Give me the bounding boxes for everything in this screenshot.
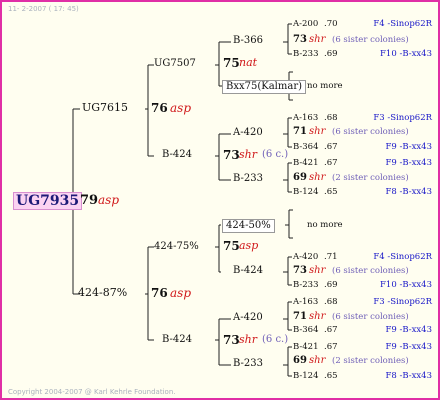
- leaf-value: .69: [324, 280, 338, 290]
- root-tag: asp: [98, 193, 119, 207]
- gen2-d-id[interactable]: B-424: [162, 335, 192, 345]
- gen3-c1-id[interactable]: 424-50%: [222, 219, 275, 233]
- leaf-sister-note: (6 sister colonies): [332, 312, 409, 322]
- leaf-queen-id[interactable]: B-421: [293, 159, 319, 168]
- gen2-a-tag: nat: [239, 56, 258, 69]
- gen2-a-score: 75: [223, 56, 240, 70]
- leaf-value: .65: [324, 371, 338, 381]
- leaf-value: .71: [324, 252, 338, 262]
- root-queen-id[interactable]: UG7935: [13, 192, 83, 210]
- leaf-tag: shr: [309, 311, 326, 322]
- gen2-a-id[interactable]: UG7507: [154, 59, 196, 69]
- gen2-b-score: 73: [223, 148, 240, 162]
- leaf-reference[interactable]: F3 -Sinop62R: [373, 298, 432, 307]
- leaf-queen-id[interactable]: A-200: [293, 20, 318, 29]
- leaf-reference[interactable]: F3 -Sinop62R: [373, 114, 432, 123]
- leaf-reference[interactable]: F9 -B-xx43: [385, 326, 432, 335]
- leaf-tag: shr: [309, 126, 326, 137]
- leaf-reference[interactable]: F8 -B-xx43: [385, 372, 432, 381]
- gen1-bottom-score: 76: [151, 286, 168, 300]
- date-header: 11- 2-2007 ( 17: 45): [8, 5, 79, 13]
- leaf-score: 73: [293, 265, 307, 276]
- leaf-tag: shr: [309, 265, 326, 276]
- gen3-b1-id[interactable]: A-420: [233, 128, 263, 138]
- leaf-value: .68: [324, 297, 338, 307]
- gen2-d-tag: shr: [239, 333, 257, 346]
- leaf-reference[interactable]: F9 -B-xx43: [385, 143, 432, 152]
- gen3-c1-note: no more: [307, 220, 343, 230]
- gen1-top-id[interactable]: UG7615: [82, 102, 128, 113]
- leaf-queen-id[interactable]: A-163: [293, 298, 318, 307]
- gen3-a2-id[interactable]: Bxx75(Kalmar): [222, 80, 307, 94]
- pedigree-frame: 11- 2-2007 ( 17: 45) UG7935 79 asp UG761…: [0, 0, 440, 400]
- leaf-value: .67: [324, 142, 338, 152]
- leaf-score: 73: [293, 34, 307, 45]
- leaf-sister-note: (6 sister colonies): [332, 127, 409, 137]
- gen2-b-tag: shr: [239, 148, 257, 161]
- leaf-score: 71: [293, 311, 307, 322]
- copyright-footer: Copyright 2004-2007 @ Karl Kehrle Founda…: [8, 388, 176, 396]
- leaf-value: .67: [324, 158, 338, 168]
- gen3-a2-note: no more: [307, 81, 343, 91]
- leaf-reference[interactable]: F10 -B-xx43: [380, 281, 432, 290]
- leaf-value: .69: [324, 49, 338, 59]
- gen2-c-tag: asp: [239, 239, 259, 252]
- gen1-top-score: 76: [151, 101, 168, 115]
- leaf-reference[interactable]: F9 -B-xx43: [385, 343, 432, 352]
- leaf-queen-id[interactable]: B-364: [293, 326, 319, 335]
- leaf-queen-id[interactable]: B-124: [293, 372, 319, 381]
- leaf-value: .70: [324, 19, 338, 29]
- gen1-bottom-tag: asp: [170, 286, 191, 300]
- gen3-b2-id[interactable]: B-233: [233, 174, 263, 184]
- gen1-bottom-id[interactable]: 424-87%: [78, 287, 127, 298]
- leaf-reference[interactable]: F8 -B-xx43: [385, 188, 432, 197]
- leaf-tag: shr: [309, 34, 326, 45]
- leaf-sister-note: (2 sister colonies): [332, 173, 409, 183]
- gen3-a1-id[interactable]: B-366: [233, 36, 263, 46]
- leaf-queen-id[interactable]: A-163: [293, 114, 318, 123]
- gen2-b-id[interactable]: B-424: [162, 150, 192, 160]
- leaf-tag: shr: [309, 355, 326, 366]
- gen1-top-tag: asp: [170, 101, 191, 115]
- gen2-b-colonies: (6 c.): [262, 149, 289, 160]
- gen3-d1-id[interactable]: A-420: [233, 313, 263, 323]
- leaf-queen-id[interactable]: B-124: [293, 188, 319, 197]
- leaf-tag: shr: [309, 172, 326, 183]
- leaf-value: .67: [324, 325, 338, 335]
- leaf-reference[interactable]: F4 -Sinop62R: [373, 253, 432, 262]
- gen2-d-colonies: (6 c.): [262, 334, 289, 345]
- gen2-d-score: 73: [223, 333, 240, 347]
- leaf-value: .67: [324, 342, 338, 352]
- leaf-score: 71: [293, 126, 307, 137]
- leaf-sister-note: (2 sister colonies): [332, 356, 409, 366]
- leaf-value: .68: [324, 113, 338, 123]
- root-score: 79: [80, 193, 99, 208]
- leaf-queen-id[interactable]: B-233: [293, 50, 319, 59]
- gen3-c2-id[interactable]: B-424: [233, 266, 263, 276]
- leaf-score: 69: [293, 172, 307, 183]
- leaf-sister-note: (6 sister colonies): [332, 35, 409, 45]
- leaf-value: .65: [324, 187, 338, 197]
- gen2-c-id[interactable]: 424-75%: [154, 242, 199, 252]
- leaf-sister-note: (6 sister colonies): [332, 266, 409, 276]
- leaf-queen-id[interactable]: B-421: [293, 343, 319, 352]
- leaf-queen-id[interactable]: A-420: [293, 253, 318, 262]
- gen2-c-score: 75: [223, 239, 240, 253]
- leaf-score: 69: [293, 355, 307, 366]
- leaf-reference[interactable]: F4 -Sinop62R: [373, 20, 432, 29]
- leaf-queen-id[interactable]: B-233: [293, 281, 319, 290]
- leaf-queen-id[interactable]: B-364: [293, 143, 319, 152]
- gen3-d2-id[interactable]: B-233: [233, 359, 263, 369]
- leaf-reference[interactable]: F10 -B-xx43: [380, 50, 432, 59]
- leaf-reference[interactable]: F9 -B-xx43: [385, 159, 432, 168]
